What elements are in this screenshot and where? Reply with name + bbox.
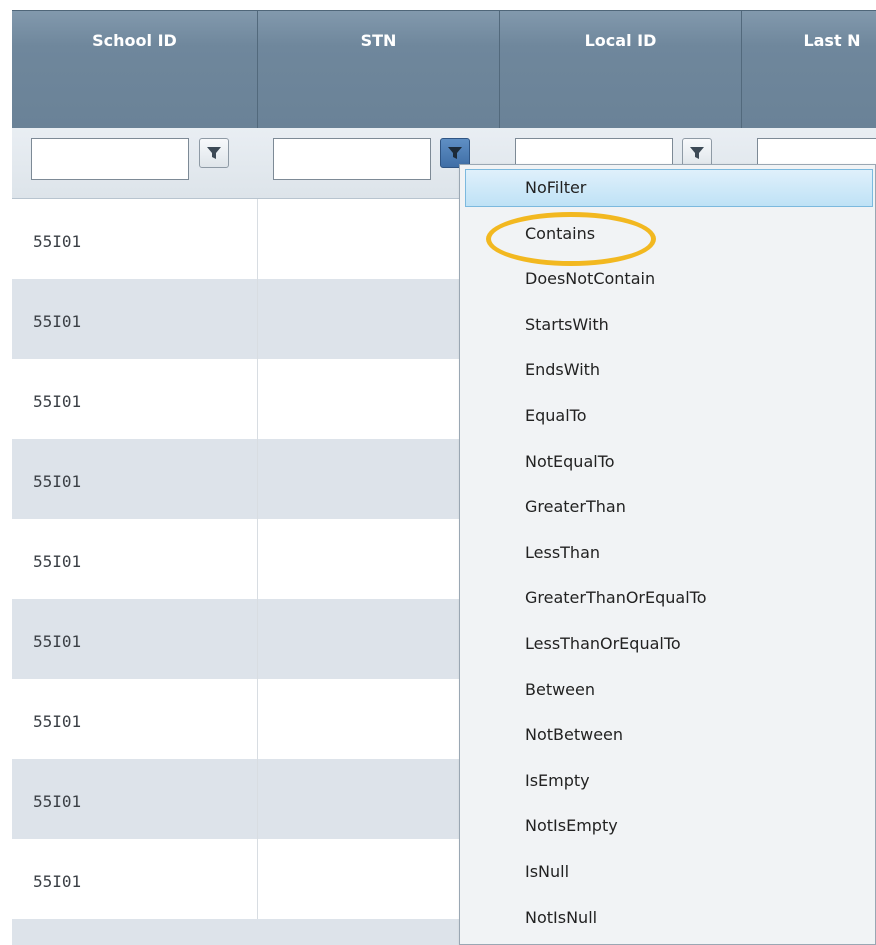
school-id-value: 55I01: [33, 552, 82, 571]
filter-option-notisempty[interactable]: NotIsEmpty: [465, 807, 873, 845]
filter-option-between[interactable]: Between: [465, 671, 873, 709]
school-id-cell[interactable]: 55I01: [12, 359, 258, 439]
filter-option-notequalto[interactable]: NotEqualTo: [465, 443, 873, 481]
column-header-school-id[interactable]: School ID: [12, 11, 258, 129]
filter-option-greaterthanorequalto[interactable]: GreaterThanOrEqualTo: [465, 579, 873, 617]
school-id-value: 55I01: [33, 792, 82, 811]
filter-option-notisnull[interactable]: NotIsNull: [465, 899, 873, 937]
filter-option-startswith[interactable]: StartsWith: [465, 306, 873, 344]
school-id-cell[interactable]: 55I01: [12, 279, 258, 359]
school-id-cell[interactable]: 55I01: [12, 599, 258, 679]
school-id-value: 55I01: [33, 232, 82, 251]
column-header-last-name[interactable]: Last N: [742, 11, 876, 129]
contains-highlight-annotation: [486, 212, 656, 266]
school-id-value: 55I01: [33, 872, 82, 891]
filter-funnel-icon: [207, 147, 221, 159]
school-id-cell[interactable]: 55I01: [12, 439, 258, 519]
school-id-cell[interactable]: 55I01: [12, 839, 258, 919]
filter-option-notbetween[interactable]: NotBetween: [465, 716, 873, 754]
school-id-value: 55I01: [33, 472, 82, 491]
grid-header: School ID STN Local ID Last N: [12, 10, 876, 129]
school-id-value: 55I01: [33, 392, 82, 411]
filter-option-isnull[interactable]: IsNull: [465, 853, 873, 891]
school-id-filter-input[interactable]: [31, 138, 189, 180]
filter-option-equalto[interactable]: EqualTo: [465, 397, 873, 435]
school-id-value: 55I01: [33, 632, 82, 651]
filter-option-endswith[interactable]: EndsWith: [465, 351, 873, 389]
filter-option-isempty[interactable]: IsEmpty: [465, 762, 873, 800]
filter-funnel-icon: [690, 147, 704, 159]
school-id-cell[interactable]: 55I01: [12, 759, 258, 839]
filter-option-nofilter[interactable]: NoFilter: [465, 169, 873, 207]
column-header-label: Local ID: [584, 31, 657, 50]
school-id-cell[interactable]: 55I01: [12, 519, 258, 599]
filter-option-greaterthan[interactable]: GreaterThan: [465, 488, 873, 526]
filter-option-lessthanorequalto[interactable]: LessThanOrEqualTo: [465, 625, 873, 663]
filter-option-lessthan[interactable]: LessThan: [465, 534, 873, 572]
column-header-label: STN: [360, 31, 397, 50]
column-header-label: Last N: [803, 31, 861, 50]
filter-options-menu: NoFilter Contains DoesNotContain StartsWith…: [459, 164, 876, 945]
school-id-value: 55I01: [33, 712, 82, 731]
stn-filter-input[interactable]: [273, 138, 431, 180]
school-id-filter-button[interactable]: [199, 138, 229, 168]
filter-funnel-icon: [448, 147, 462, 159]
school-id-cell[interactable]: 55I01: [12, 199, 258, 279]
school-id-value: 55I01: [33, 312, 82, 331]
filter-option-doesnotcontain[interactable]: DoesNotContain: [465, 260, 873, 298]
column-header-local-id[interactable]: Local ID: [500, 11, 742, 129]
column-header-stn[interactable]: STN: [258, 11, 500, 129]
school-id-cell[interactable]: 55I01: [12, 679, 258, 759]
column-header-label: School ID: [92, 31, 177, 50]
